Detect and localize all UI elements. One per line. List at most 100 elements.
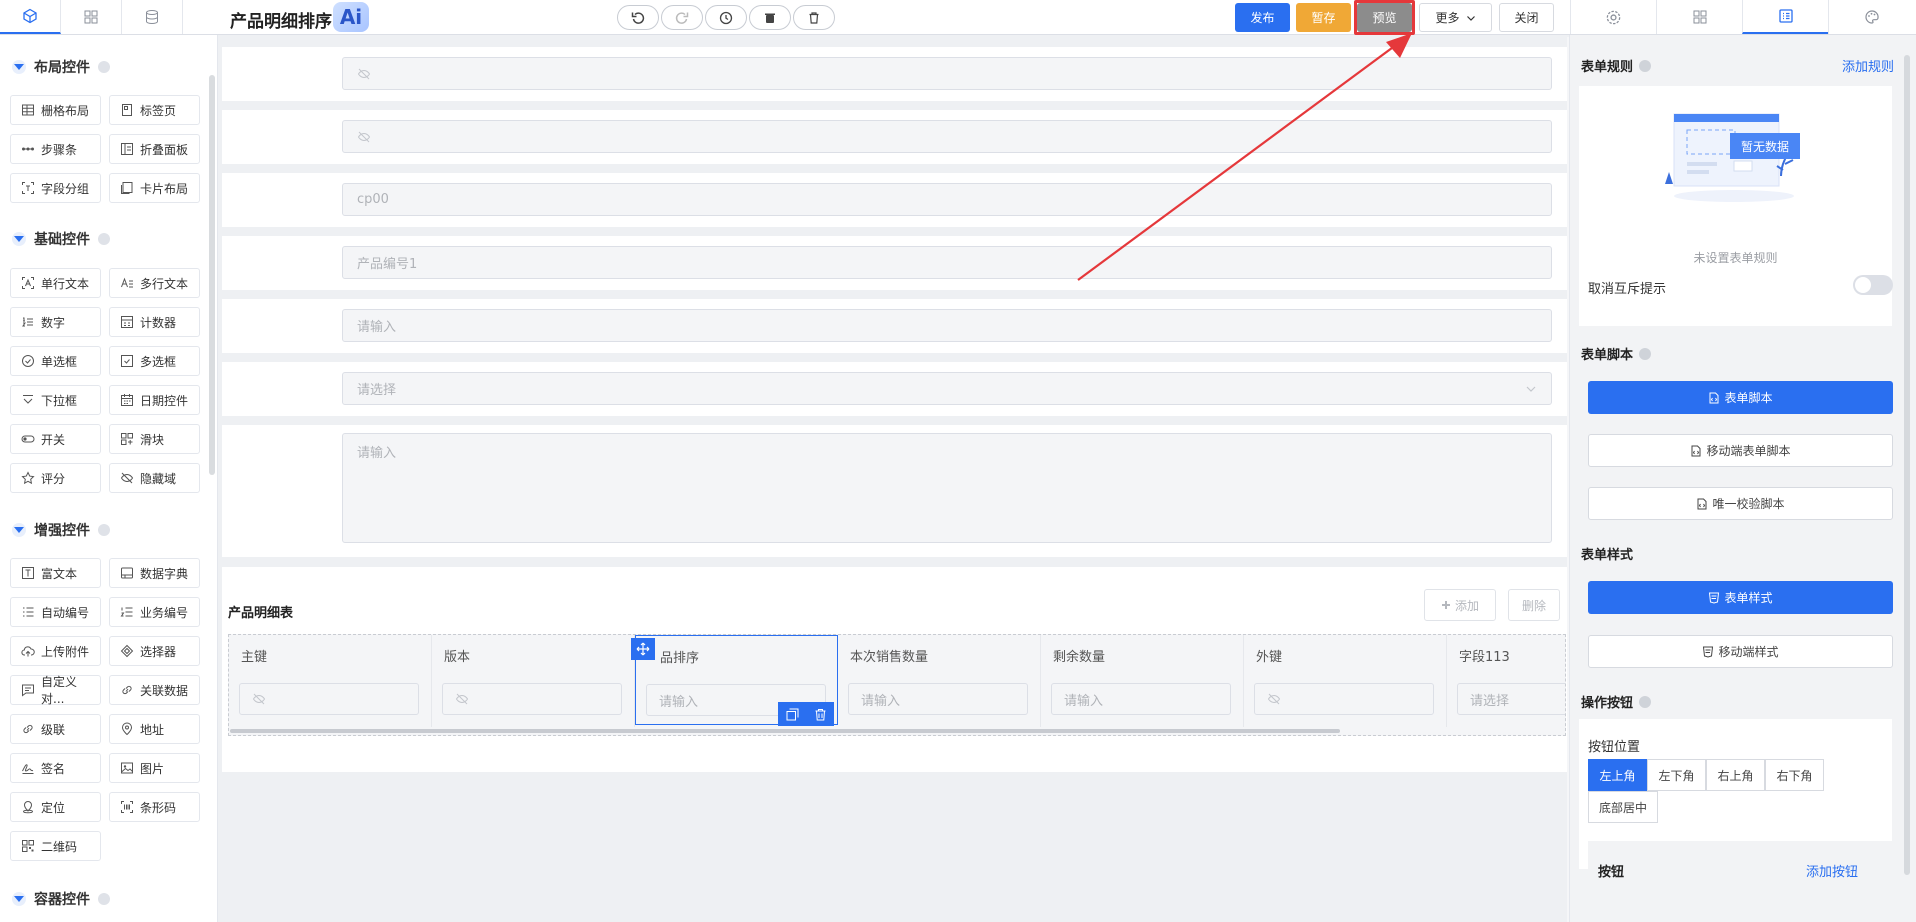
- ai-assistant-button[interactable]: Ai: [333, 2, 369, 32]
- field-input[interactable]: [342, 57, 1552, 90]
- ctl-related-data[interactable]: 关联数据: [109, 675, 200, 705]
- redo-button[interactable]: [661, 5, 703, 30]
- close-button[interactable]: 关闭: [1499, 3, 1554, 32]
- form-field-row[interactable]: 产品编号 cp00: [222, 173, 1568, 227]
- clear-button[interactable]: [749, 5, 791, 30]
- form-properties-tab[interactable]: [1742, 0, 1828, 34]
- template-tab[interactable]: [61, 0, 122, 34]
- ctl-rich-text[interactable]: 富文本: [10, 558, 101, 588]
- form-field-row[interactable]: 状态 请选择: [222, 362, 1568, 416]
- form-style-button[interactable]: 表单样式: [1588, 581, 1893, 614]
- ctl-multi-text[interactable]: 多行文本: [109, 268, 200, 298]
- pos-bottom-center[interactable]: 底部居中: [1588, 791, 1658, 823]
- subtable-horizontal-scrollbar[interactable]: [230, 729, 1340, 733]
- ctl-selector[interactable]: 选择器: [109, 636, 200, 666]
- field-input[interactable]: cp00: [342, 183, 1552, 216]
- delete-all-button[interactable]: [793, 5, 835, 30]
- ctl-single-text[interactable]: 单行文本: [10, 268, 101, 298]
- ctl-image[interactable]: 图片: [109, 753, 200, 783]
- ctl-upload[interactable]: 上传附件: [10, 636, 101, 666]
- more-button[interactable]: 更多: [1419, 3, 1492, 32]
- subtable-column[interactable]: 字段113 请选择: [1447, 635, 1565, 727]
- ctl-location[interactable]: 定位: [10, 792, 101, 822]
- pos-bottom-left[interactable]: 左下角: [1647, 759, 1706, 791]
- subtable-column[interactable]: 剩余数量 请输入: [1041, 635, 1244, 727]
- left-panel-scrollbar[interactable]: [209, 75, 215, 475]
- field-input[interactable]: 请输入: [342, 309, 1552, 342]
- datasource-tab[interactable]: [122, 0, 183, 34]
- subtable-column[interactable]: 本次销售数量 请输入: [838, 635, 1041, 727]
- ctl-slider[interactable]: 滑块: [109, 424, 200, 454]
- undo-button[interactable]: [617, 5, 659, 30]
- ctl-switch[interactable]: 开关: [10, 424, 101, 454]
- ctl-qrcode[interactable]: 二维码: [10, 831, 101, 861]
- layout-tab[interactable]: [1656, 0, 1742, 34]
- section-enhanced[interactable]: 增强控件: [12, 521, 110, 539]
- ctl-counter[interactable]: 计数器: [109, 307, 200, 337]
- form-field-row[interactable]: 备注 请输入: [222, 425, 1568, 557]
- subtable-column[interactable]: 版本: [432, 635, 635, 727]
- ctl-field-group[interactable]: 字段分组: [10, 173, 101, 203]
- column-cell[interactable]: 请输入: [848, 683, 1028, 715]
- copy-icon[interactable]: [786, 708, 799, 721]
- add-button-link[interactable]: 添加按钮: [1806, 861, 1858, 880]
- section-container[interactable]: 容器控件: [12, 890, 110, 908]
- ctl-address[interactable]: 地址: [109, 714, 200, 744]
- section-basic[interactable]: 基础控件: [12, 230, 110, 248]
- subtable-column[interactable]: 外键: [1244, 635, 1447, 727]
- history-button[interactable]: [705, 5, 747, 30]
- ctl-auto-number[interactable]: 自动编号: [10, 597, 101, 627]
- pos-bottom-right[interactable]: 右下角: [1765, 759, 1824, 791]
- ctl-number[interactable]: 数字: [10, 307, 101, 337]
- subtable-delete-button[interactable]: 删除: [1508, 589, 1560, 621]
- add-rule-link[interactable]: 添加规则: [1842, 56, 1894, 75]
- ctl-hidden-field[interactable]: 隐藏域: [109, 463, 200, 493]
- field-textarea[interactable]: 请输入: [342, 433, 1552, 543]
- form-script-button[interactable]: 表单脚本: [1588, 381, 1893, 414]
- publish-button[interactable]: 发布: [1235, 3, 1290, 32]
- unique-check-script-button[interactable]: 唯一校验脚本: [1588, 487, 1893, 520]
- form-field-row[interactable]: 主键: [222, 47, 1568, 101]
- trash-icon[interactable]: [814, 708, 827, 721]
- section-layout[interactable]: 布局控件: [12, 58, 110, 76]
- column-cell[interactable]: [442, 683, 622, 715]
- save-draft-button[interactable]: 暂存: [1296, 3, 1351, 32]
- column-cell[interactable]: 请输入: [1051, 683, 1231, 715]
- ctl-tabs[interactable]: 标签页: [109, 95, 200, 125]
- ctl-checkbox[interactable]: 多选框: [109, 346, 200, 376]
- ctl-radio[interactable]: 单选框: [10, 346, 101, 376]
- component-tab[interactable]: [0, 0, 61, 34]
- subtable-add-button[interactable]: 添加: [1424, 589, 1496, 621]
- ctl-date[interactable]: 日期控件: [109, 385, 200, 415]
- field-select[interactable]: 请选择: [342, 372, 1552, 405]
- ctl-custom[interactable]: 自定义对...: [10, 675, 101, 706]
- ctl-card-layout[interactable]: 卡片布局: [109, 173, 200, 203]
- ctl-barcode[interactable]: 条形码: [109, 792, 200, 822]
- right-panel-scrollbar[interactable]: [1904, 55, 1910, 875]
- ctl-cascader[interactable]: 级联: [10, 714, 101, 744]
- ctl-grid-layout[interactable]: 栅格布局: [10, 95, 101, 125]
- mobile-script-button[interactable]: 移动端表单脚本: [1588, 434, 1893, 467]
- pos-top-left[interactable]: 左上角: [1588, 759, 1647, 791]
- field-input[interactable]: 产品编号1: [342, 246, 1552, 279]
- pos-top-right[interactable]: 右上角: [1706, 759, 1765, 791]
- ctl-steps[interactable]: 步骤条: [10, 134, 101, 164]
- form-field-row[interactable]: 产品数量 请输入: [222, 299, 1568, 353]
- column-cell[interactable]: [1254, 683, 1434, 715]
- theme-tab[interactable]: [1828, 0, 1914, 34]
- ctl-business-number[interactable]: 业务编号: [109, 597, 200, 627]
- ctl-collapse[interactable]: 折叠面板: [109, 134, 200, 164]
- ctl-rate[interactable]: 评分: [10, 463, 101, 493]
- ctl-select[interactable]: 下拉框: [10, 385, 101, 415]
- settings-tab[interactable]: [1570, 0, 1656, 34]
- column-cell[interactable]: [239, 683, 419, 715]
- form-field-row[interactable]: 产品名称 产品编号1: [222, 236, 1568, 290]
- ctl-dictionary[interactable]: 数据字典: [109, 558, 200, 588]
- subtable-column[interactable]: 主键: [229, 635, 432, 727]
- field-input[interactable]: [342, 120, 1552, 153]
- form-field-row[interactable]: 版本: [222, 110, 1568, 164]
- mobile-style-button[interactable]: 移动端样式: [1588, 635, 1893, 668]
- column-cell[interactable]: 请选择: [1457, 683, 1565, 715]
- mutex-toggle[interactable]: [1853, 275, 1893, 295]
- ctl-signature[interactable]: 签名: [10, 753, 101, 783]
